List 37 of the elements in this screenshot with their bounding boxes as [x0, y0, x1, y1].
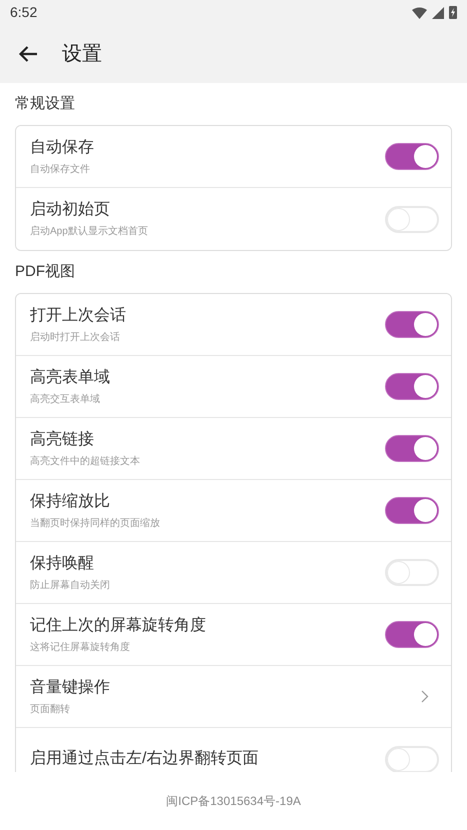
settings-row[interactable]: 打开上次会话 启动时打开上次会话: [16, 294, 451, 356]
section-heading: PDF视图: [15, 262, 76, 282]
setting-description: 防止屏幕自动关闭: [30, 580, 111, 592]
settings-row[interactable]: 自动保存 自动保存文件: [16, 126, 451, 188]
setting-title: 打开上次会话: [30, 306, 127, 326]
setting-title: 记住上次的屏幕旋转角度: [30, 616, 207, 636]
status-time: 6:52: [10, 3, 38, 22]
setting-title: 音量键操作: [30, 678, 111, 698]
setting-description: 当翻页时保持同样的页面缩放: [30, 518, 161, 530]
chevron-right-icon: [421, 690, 429, 703]
setting-title: 保持缩放比: [30, 492, 111, 512]
setting-title: 高亮表单域: [30, 368, 111, 388]
setting-description: 这将记住屏幕旋转角度: [30, 642, 131, 654]
signal-icon: [432, 6, 444, 18]
setting-description: 高亮交互表单域: [30, 394, 101, 406]
setting-description: 高亮文件中的超链接文本: [30, 456, 141, 468]
battery-charging-icon: [449, 6, 457, 19]
section-heading: 常规设置: [15, 94, 76, 114]
setting-description: 启动App默认显示文档首页: [30, 226, 149, 238]
icp-license-text: 闽ICP备13015634号-19A: [166, 793, 301, 810]
wifi-icon: [412, 6, 427, 18]
toggle-switch[interactable]: [385, 435, 439, 462]
setting-title: 自动保存: [30, 138, 95, 158]
toggle-switch[interactable]: [385, 497, 439, 524]
setting-title: 启用通过点击左/右边界翻转页面: [30, 749, 260, 769]
setting-title: 保持唤醒: [30, 554, 95, 574]
setting-description: 页面翻转: [30, 704, 71, 716]
toggle-switch[interactable]: [385, 621, 439, 648]
back-arrow-icon[interactable]: [18, 45, 38, 63]
toggle-switch[interactable]: [385, 373, 439, 400]
setting-description: 启动时打开上次会话: [30, 332, 121, 344]
page-title: 设置: [62, 42, 102, 67]
setting-title: 启动初始页: [30, 200, 111, 220]
setting-title: 高亮链接: [30, 430, 95, 450]
toggle-switch[interactable]: [385, 311, 439, 338]
setting-description: 自动保存文件: [30, 164, 91, 176]
toggle-switch[interactable]: [385, 143, 439, 170]
